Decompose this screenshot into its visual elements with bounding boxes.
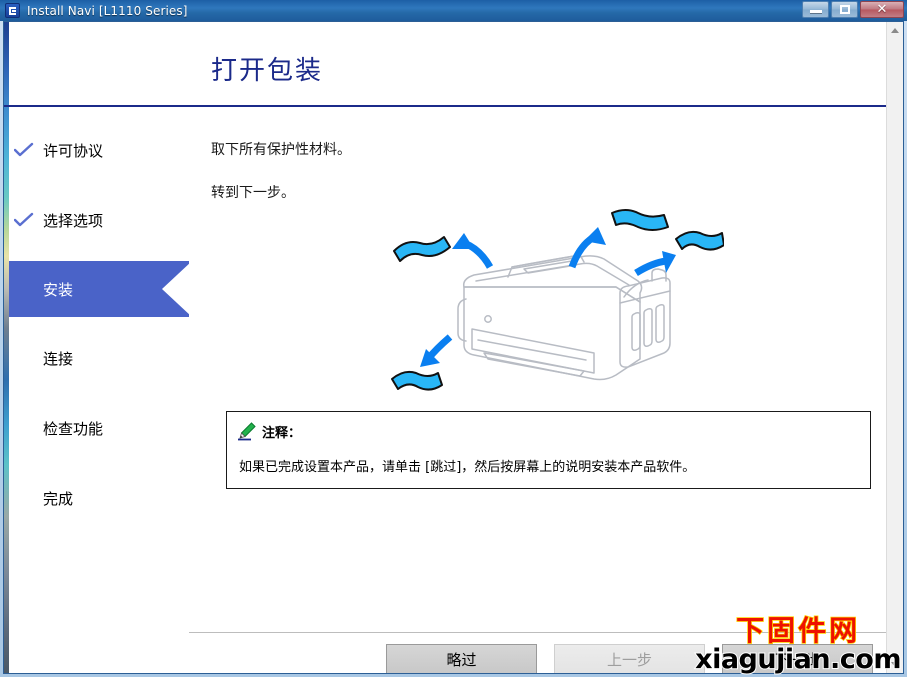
note-box: 注释： 如果已完成设置本产品，请单击 [跳过]，然后按屏幕上的说明安装本产品软件… [226, 411, 871, 489]
header-divider [4, 105, 903, 107]
application-window: Install Navi [L1110 Series] ✕ 许可协议 选择选项 … [0, 0, 907, 677]
sidebar-item-label: 连接 [43, 349, 74, 368]
close-button[interactable]: ✕ [860, 1, 904, 18]
close-icon: ✕ [876, 2, 888, 17]
check-icon [13, 212, 35, 228]
step-sidebar: 许可协议 选择选项 安装 连接 检查功能 完成 [9, 22, 192, 673]
skip-button[interactable]: 略过 [386, 644, 537, 673]
pencil-icon [237, 421, 257, 441]
note-heading: 注释： [237, 421, 301, 441]
footer-divider [189, 632, 886, 633]
sidebar-item-label: 安装 [43, 280, 74, 299]
sidebar-item-license[interactable]: 许可协议 [9, 122, 189, 178]
instruction-line-2: 转到下一步。 [211, 185, 295, 201]
scroll-down-triangle [891, 662, 899, 667]
note-body-text: 如果已完成设置本产品，请单击 [跳过]，然后按屏幕上的说明安装本产品软件。 [239, 460, 696, 475]
window-controls: ✕ [802, 1, 904, 18]
maximize-icon [840, 5, 850, 14]
next-button[interactable]: 下一步 [722, 644, 873, 673]
vertical-scrollbar[interactable] [886, 22, 903, 673]
minimize-button[interactable] [802, 1, 829, 18]
content-pane: 打开包装 取下所有保护性材料。 转到下一步。 注释： 如果已完成设置本产品，请单… [4, 22, 903, 673]
epson-e-icon [5, 3, 20, 18]
client-area: 许可协议 选择选项 安装 连接 检查功能 完成 打开包装 取下所有保护性材料。 … [3, 21, 904, 674]
sidebar-item-label: 许可协议 [43, 141, 104, 160]
scroll-up-triangle [891, 28, 899, 33]
scroll-down-icon[interactable] [887, 656, 903, 673]
page-title: 打开包装 [211, 56, 324, 86]
scroll-up-icon[interactable] [887, 22, 903, 39]
maximize-button[interactable] [831, 1, 858, 18]
sidebar-item-finish[interactable]: 完成 [9, 470, 189, 526]
instruction-line-1: 取下所有保护性材料。 [211, 142, 351, 158]
title-bar[interactable]: Install Navi [L1110 Series] ✕ [0, 0, 907, 21]
minimize-icon [810, 10, 822, 13]
sidebar-item-label: 检查功能 [43, 419, 104, 438]
sidebar-item-label: 完成 [43, 489, 74, 508]
back-button[interactable]: 上一步 [554, 644, 705, 673]
printer-unpacking-illustration [384, 207, 724, 402]
sidebar-item-check-function[interactable]: 检查功能 [9, 400, 189, 456]
sidebar-item-label: 选择选项 [43, 211, 104, 230]
sidebar-item-select-options[interactable]: 选择选项 [9, 192, 189, 248]
window-title: Install Navi [L1110 Series] [27, 3, 188, 18]
sidebar-item-connect[interactable]: 连接 [9, 330, 189, 386]
note-heading-label: 注释： [262, 425, 302, 441]
sidebar-item-install[interactable]: 安装 [9, 261, 192, 317]
check-icon [13, 142, 35, 158]
